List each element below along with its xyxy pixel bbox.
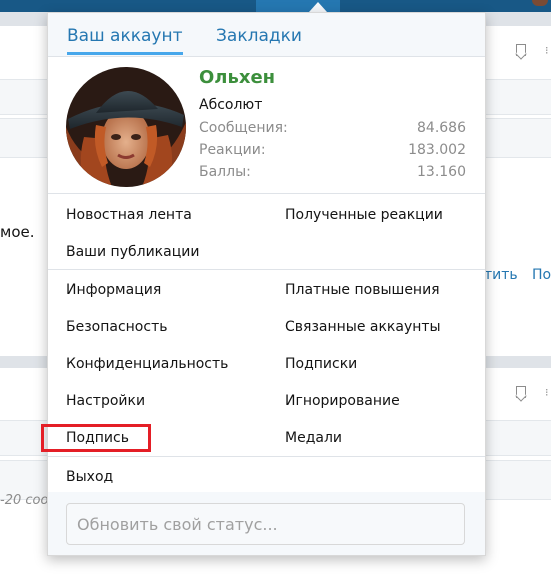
link-security[interactable]: Безопасность bbox=[66, 319, 167, 335]
stat-label-messages: Сообщения: bbox=[199, 120, 288, 136]
stat-label-points: Баллы: bbox=[199, 164, 251, 180]
stat-label-reactions: Реакции: bbox=[199, 142, 266, 158]
link-privacy[interactable]: Конфиденциальность bbox=[66, 356, 228, 372]
link-received-reactions[interactable]: Полученные реакции bbox=[285, 207, 443, 223]
tab-bookmarks[interactable]: Закладки bbox=[216, 26, 302, 52]
more-icon[interactable]: ⁝ bbox=[545, 386, 549, 399]
post-body-text: мое. bbox=[0, 223, 35, 241]
divider bbox=[48, 456, 485, 457]
post-action-link[interactable]: По bbox=[532, 267, 551, 283]
top-navigation-bar bbox=[0, 0, 551, 12]
link-information[interactable]: Информация bbox=[66, 282, 161, 298]
link-paid-upgrades[interactable]: Платные повышения bbox=[285, 282, 440, 298]
link-news-feed[interactable]: Новостная лента bbox=[66, 207, 192, 223]
link-medals[interactable]: Медали bbox=[285, 430, 342, 446]
divider bbox=[48, 269, 485, 270]
tab-your-account[interactable]: Ваш аккаунт bbox=[67, 26, 183, 55]
menu-pointer-arrow bbox=[309, 2, 327, 12]
account-nav-tab[interactable] bbox=[256, 0, 548, 12]
link-subscriptions[interactable]: Подписки bbox=[285, 356, 357, 372]
avatar-thumbnail bbox=[532, 0, 548, 6]
link-signature[interactable]: Подпись bbox=[66, 430, 129, 446]
status-input[interactable] bbox=[66, 503, 465, 545]
stat-value-points: 13.160 bbox=[417, 164, 466, 180]
stat-value-reactions: 183.002 bbox=[408, 142, 466, 158]
link-your-posts[interactable]: Ваши публикации bbox=[66, 244, 199, 260]
bookmark-icon[interactable] bbox=[516, 386, 526, 399]
stat-value-messages: 84.686 bbox=[417, 120, 466, 136]
post-action-link[interactable]: тить bbox=[484, 267, 518, 283]
link-settings[interactable]: Настройки bbox=[66, 393, 145, 409]
link-linked-accounts[interactable]: Связанные аккаунты bbox=[285, 319, 441, 335]
account-menu-popup: Ваш аккаунт Закладки Ольхен Абсолют Сооб… bbox=[41, 12, 486, 556]
more-icon[interactable]: ⁝ bbox=[545, 44, 549, 57]
post-meta-text: -20 соо bbox=[0, 493, 49, 508]
menu-tabs: Ваш аккаунт Закладки bbox=[48, 13, 485, 57]
user-title: Абсолют bbox=[199, 97, 263, 113]
profile-summary: Ольхен Абсолют Сообщения: 84.686 Реакции… bbox=[48, 57, 485, 194]
link-logout[interactable]: Выход bbox=[66, 469, 113, 485]
avatar[interactable] bbox=[66, 67, 186, 187]
bookmark-icon[interactable] bbox=[516, 44, 526, 57]
status-update-area bbox=[48, 492, 485, 555]
username[interactable]: Ольхен bbox=[199, 67, 275, 88]
link-ignoring[interactable]: Игнорирование bbox=[285, 393, 400, 409]
